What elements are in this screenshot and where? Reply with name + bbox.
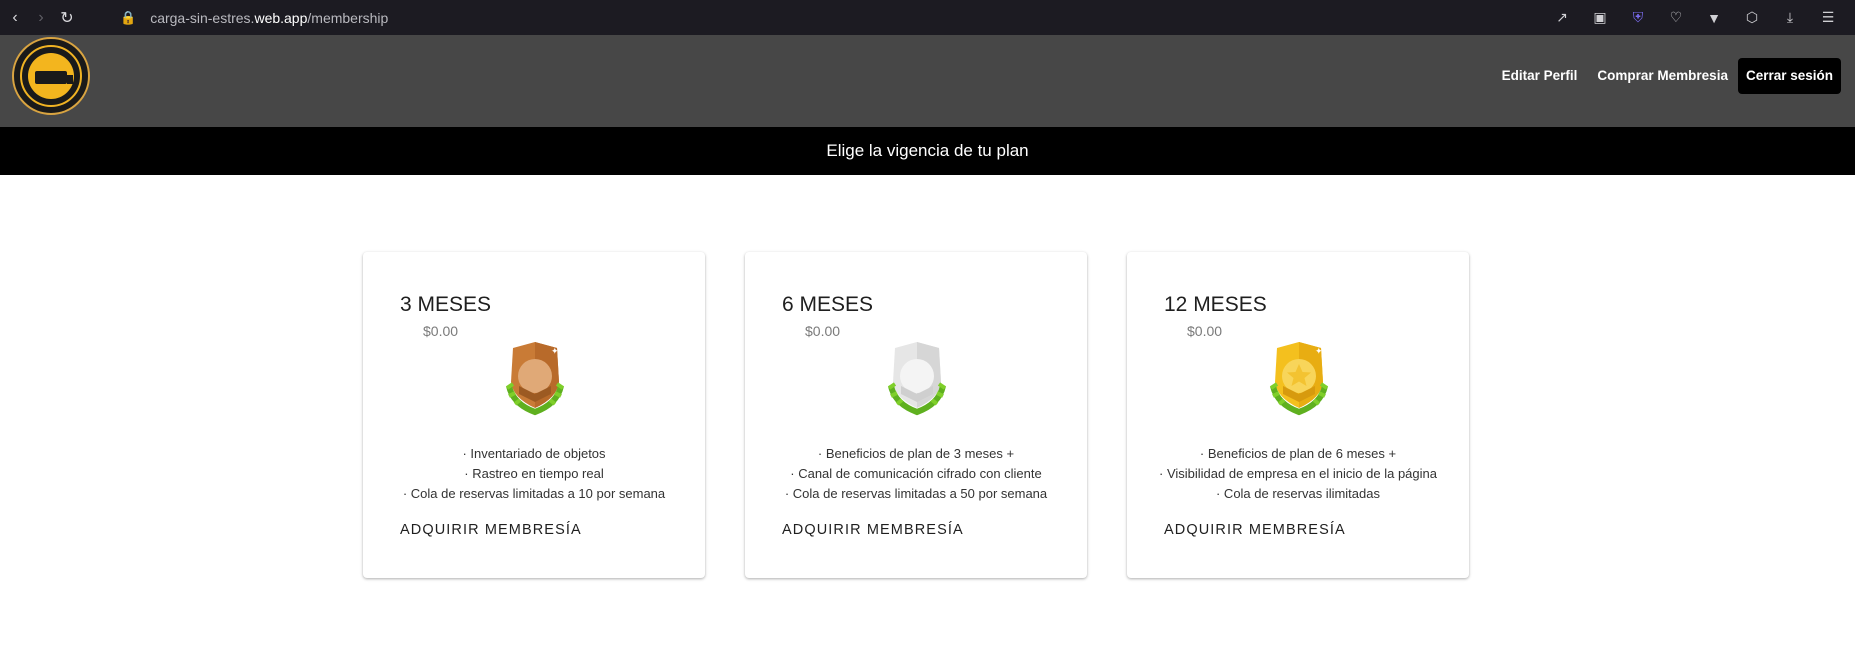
acquire-membership-button[interactable]: ADQUIRIR MEMBRESÍA <box>782 522 964 538</box>
svg-text:✦: ✦ <box>551 346 559 356</box>
plan-features: · Beneficios de plan de 3 meses + · Cana… <box>745 444 1087 504</box>
browser-toolbar: ‹ › ↻ 🔒 carga-sin-estres. web.app/members… <box>0 0 1855 35</box>
brand-logo[interactable] <box>12 37 90 115</box>
app-header: Editar Perfil Comprar Membresia Cerrar s… <box>0 35 1855 127</box>
plan-title: 3 MESES <box>400 293 492 316</box>
edit-profile-link[interactable]: Editar Perfil <box>1492 58 1588 94</box>
address-bar[interactable]: 🔒 carga-sin-estres. web.app/membership <box>120 0 388 35</box>
shield-icon[interactable]: ⛨ <box>1625 9 1651 26</box>
plan-price: $0.00 <box>805 323 841 339</box>
bronze-badge-icon: ✦ <box>505 342 565 416</box>
plan-price: $0.00 <box>1187 323 1223 339</box>
feature-item: · Beneficios de plan de 3 meses + <box>817 446 1015 461</box>
acquire-membership-button[interactable]: ADQUIRIR MEMBRESÍA <box>1164 522 1346 538</box>
logout-button[interactable]: Cerrar sesión <box>1737 58 1841 94</box>
header-nav: Editar Perfil Comprar Membresia Cerrar s… <box>1492 58 1841 94</box>
truck-icon <box>35 71 73 84</box>
share-icon[interactable]: ↗ <box>1549 9 1575 26</box>
silver-badge-icon <box>887 342 947 416</box>
feature-item: · Cola de reservas limitadas a 50 por se… <box>784 486 1048 501</box>
plan-cards: 3 MESES $0.00 ✦ · Inventariado de objeto… <box>363 252 1469 578</box>
feature-item: · Beneficios de plan de 6 meses + <box>1199 446 1397 461</box>
plan-title: 12 MESES <box>1164 293 1267 316</box>
forward-icon[interactable]: › <box>28 9 54 27</box>
screenshot-icon[interactable]: ▣ <box>1587 9 1613 26</box>
feature-item: · Visibilidad de empresa en el inicio de… <box>1159 466 1437 481</box>
plan-title: 6 MESES <box>782 293 874 316</box>
url-domain: web.app <box>254 9 308 26</box>
feature-item: · Rastreo en tiempo real <box>464 466 604 481</box>
feature-item: · Inventariado de objetos <box>462 446 606 461</box>
feature-item: · Cola de reservas ilimitadas <box>1215 486 1380 501</box>
url-path: /membership <box>307 9 389 26</box>
feature-item: · Canal de comunicación cifrado con clie… <box>790 466 1042 481</box>
lock-icon: 🔒 <box>120 9 137 25</box>
plan-card-12-months: 12 MESES $0.00 ✦ · Beneficios de plan de… <box>1127 252 1469 578</box>
reload-icon[interactable]: ↻ <box>54 8 80 28</box>
plan-price: $0.00 <box>423 323 459 339</box>
heart-icon[interactable]: ♡ <box>1663 9 1689 26</box>
plan-features: · Beneficios de plan de 6 meses + · Visi… <box>1127 444 1469 504</box>
download-icon[interactable]: ⤓ <box>1777 9 1803 26</box>
cube-icon[interactable]: ⬡ <box>1739 9 1765 26</box>
url-prefix: carga-sin-estres. <box>150 9 255 26</box>
page-title: Elige la vigencia de tu plan <box>0 127 1855 175</box>
back-icon[interactable]: ‹ <box>2 9 28 27</box>
plan-card-6-months: 6 MESES $0.00 · Beneficios de plan de 3 … <box>745 252 1087 578</box>
menu-icon[interactable]: ☰ <box>1815 9 1841 26</box>
svg-text:✦: ✦ <box>1315 346 1323 356</box>
plan-features: · Inventariado de objetos · Rastreo en t… <box>363 444 705 504</box>
vpn-icon[interactable]: ▼ <box>1701 10 1727 26</box>
acquire-membership-button[interactable]: ADQUIRIR MEMBRESÍA <box>400 522 582 538</box>
buy-membership-link[interactable]: Comprar Membresia <box>1587 58 1738 94</box>
feature-item: · Cola de reservas limitadas a 10 por se… <box>402 486 666 501</box>
gold-badge-icon: ✦ <box>1269 342 1329 416</box>
plan-card-3-months: 3 MESES $0.00 ✦ · Inventariado de objeto… <box>363 252 705 578</box>
